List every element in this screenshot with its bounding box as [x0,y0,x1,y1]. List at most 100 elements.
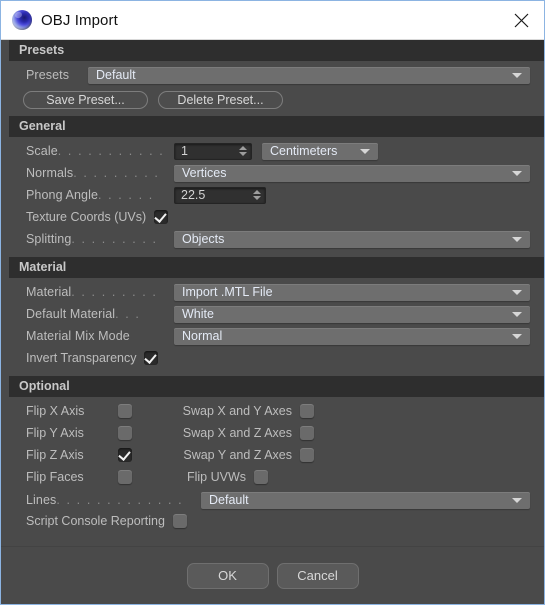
flip-uvws-checkbox[interactable] [254,470,268,484]
default-material-label: Default Material. . . [26,307,141,321]
chevron-down-icon [512,311,522,317]
swap-xz-axes-label: Swap X and Z Axes [182,426,292,440]
flip-x-axis-label: Flip X Axis [26,404,85,418]
row-normals: Normals. . . . . . . . . Vertices [1,162,544,184]
flip-z-axis-field: Flip Z Axis [26,448,144,462]
script-console-reporting-checkbox[interactable] [172,514,187,528]
page-title: OBJ Import [41,11,118,29]
splitting-value: Objects [182,232,225,246]
save-preset-button[interactable]: Save Preset... [23,91,148,109]
flip-x-axis-checkbox[interactable] [118,404,132,418]
flip-y-axis-label: Flip Y Axis [26,426,84,440]
material-dropdown[interactable]: Import .MTL File [174,283,530,301]
flip-z-axis-checkbox[interactable] [118,448,132,462]
chevron-down-icon [512,170,522,176]
flip-y-axis-checkbox[interactable] [118,426,132,440]
row-presets: Presets Default [1,64,544,86]
section-header-optional: Optional [9,376,544,397]
swap-yz-axes-label: Swap Y and Z Axes [183,448,292,462]
material-value: Import .MTL File [182,285,273,299]
row-material-mix-mode: Material Mix Mode Normal [1,325,544,347]
default-material-value: White [182,307,214,321]
dialog-footer: OK Cancel [1,546,544,604]
scale-units-value: Centimeters [270,144,338,158]
close-icon [514,13,529,28]
row-texture-coords: Texture Coords (UVs) [1,206,544,228]
swap-xz-axes-field: Swap X and Z Axes [144,426,314,440]
chevron-down-icon [512,236,522,242]
chevron-down-icon [512,72,522,78]
leader-dots: . . . . . . . . . . . . . [56,493,184,507]
leader-dots: . . . . . . . . . [71,285,158,299]
delete-preset-button[interactable]: Delete Preset... [158,91,283,109]
lines-value: Default [209,493,249,507]
scale-stepper[interactable] [237,144,249,159]
dialog-body: Presets Presets Default Save Preset... D… [1,40,544,546]
row-flip-x-swap-xy: Flip X Axis Swap X and Y Axes [1,400,544,422]
row-lines: Lines. . . . . . . . . . . . . Default [1,488,544,510]
phong-angle-input[interactable]: 22.5 [174,186,266,204]
section-header-presets: Presets [9,40,544,61]
scale-units-dropdown[interactable]: Centimeters [262,142,378,160]
obj-import-dialog: OBJ Import Presets Presets Default Save … [0,0,545,605]
normals-dropdown[interactable]: Vertices [174,164,530,182]
presets-label: Presets [26,68,70,82]
texture-coords-checkbox[interactable] [154,210,169,224]
chevron-down-icon [512,497,522,503]
swap-xz-axes-checkbox[interactable] [300,426,314,440]
phong-angle-label: Phong Angle. . . . . . [26,188,154,202]
cinema4d-sphere-icon [12,10,32,30]
chevron-down-icon [512,333,522,339]
default-material-dropdown[interactable]: White [174,305,530,323]
presets-dropdown-value: Default [96,68,136,82]
flip-faces-checkbox[interactable] [118,470,132,484]
chevron-down-icon [360,148,370,154]
material-mix-mode-value: Normal [182,329,223,343]
leader-dots: . . . . . . . . . [73,166,160,180]
flip-x-axis-field: Flip X Axis [26,404,144,418]
row-scale: Scale. . . . . . . . . . . 1 Centimeters [1,140,544,162]
title-bar: OBJ Import [1,1,544,40]
presets-dropdown[interactable]: Default [88,66,530,84]
cancel-button[interactable]: Cancel [276,562,359,589]
ok-button[interactable]: OK [186,562,269,589]
flip-faces-field: Flip Faces [26,470,144,484]
preset-buttons: Save Preset... Delete Preset... [1,86,544,109]
swap-yz-axes-checkbox[interactable] [300,448,314,462]
invert-transparency-label: Invert Transparency [26,351,137,365]
invert-transparency-checkbox[interactable] [144,351,159,365]
material-mix-mode-label: Material Mix Mode [26,329,130,343]
row-flip-faces-flip-uvws: Flip Faces Flip UVWs [1,466,544,488]
phong-angle-stepper[interactable] [251,188,263,203]
row-phong-angle: Phong Angle. . . . . . 22.5 [1,184,544,206]
close-button[interactable] [498,1,544,39]
script-console-reporting-label: Script Console Reporting [26,514,165,528]
flip-faces-label: Flip Faces [26,470,84,484]
section-presets: Presets Default Save Preset... Delete Pr… [1,61,544,114]
flip-y-axis-field: Flip Y Axis [26,426,144,440]
row-default-material: Default Material. . . White [1,303,544,325]
flip-uvws-field: Flip UVWs [144,470,268,484]
swap-yz-axes-field: Swap Y and Z Axes [144,448,314,462]
leader-dots: . . . [115,307,141,321]
lines-label: Lines. . . . . . . . . . . . . [26,493,184,507]
scale-input[interactable]: 1 [174,142,252,160]
swap-xy-axes-checkbox[interactable] [300,404,314,418]
material-mix-mode-dropdown[interactable]: Normal [174,327,530,345]
row-flip-y-swap-xz: Flip Y Axis Swap X and Z Axes [1,422,544,444]
scale-label: Scale. . . . . . . . . . . [26,144,165,158]
leader-dots: . . . . . . [98,188,154,202]
section-header-material: Material [9,257,544,278]
normals-value: Vertices [182,166,227,180]
splitting-dropdown[interactable]: Objects [174,230,530,248]
chevron-down-icon [512,289,522,295]
texture-coords-label: Texture Coords (UVs) [26,210,147,224]
row-splitting: Splitting. . . . . . . . . Objects [1,228,544,250]
leader-dots: . . . . . . . . . . . [57,144,165,158]
section-optional: Flip X Axis Swap X and Y Axes Flip Y Axi… [1,397,544,537]
section-general: Scale. . . . . . . . . . . 1 Centimeters… [1,137,544,255]
swap-xy-axes-label: Swap X and Y Axes [182,404,292,418]
lines-dropdown[interactable]: Default [201,491,530,509]
section-material: Material. . . . . . . . . Import .MTL Fi… [1,278,544,374]
normals-label: Normals. . . . . . . . . [26,166,160,180]
